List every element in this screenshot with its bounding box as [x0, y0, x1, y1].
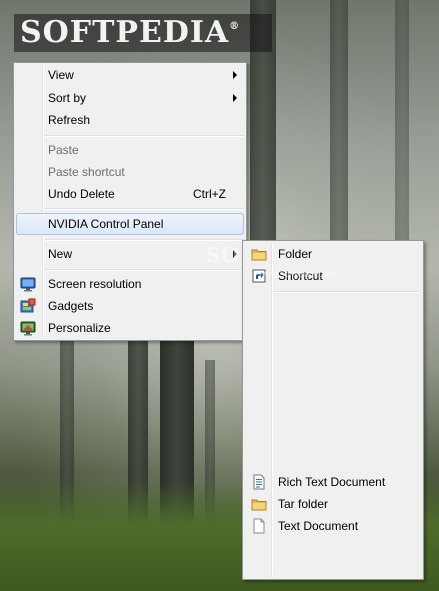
menu-item-label: Paste	[48, 143, 79, 157]
monitor-icon	[20, 276, 36, 292]
personalize-icon	[20, 320, 36, 336]
folder-icon	[251, 496, 267, 512]
softpedia-url-watermark: www.softpedia.com	[258, 269, 336, 279]
menu-item-undo-delete[interactable]: Undo Delete Ctrl+Z	[16, 183, 244, 205]
rich-text-document-icon	[251, 474, 267, 490]
menu-item-label: Personalize	[48, 321, 111, 335]
menu-separator	[45, 208, 244, 210]
softpedia-logo: SOFTPEDIA®	[14, 14, 272, 52]
menu-item-view[interactable]: View	[16, 64, 244, 86]
menu-item-gadgets[interactable]: Gadgets	[16, 295, 244, 317]
gadgets-icon	[20, 298, 36, 314]
menu-item-screen-resolution[interactable]: Screen resolution	[16, 273, 244, 295]
menu-item-label: Refresh	[48, 113, 91, 127]
submenu-item-tar-folder[interactable]: Tar folder	[245, 493, 421, 515]
menu-item-label: Sort by	[48, 91, 87, 105]
submenu-arrow-icon	[233, 71, 237, 79]
text-document-icon	[251, 518, 267, 534]
desktop-context-menu: View Sort by Refresh Paste Paste shortcu…	[13, 62, 247, 341]
menu-item-label: Undo Delete	[48, 187, 115, 201]
menu-separator	[45, 239, 244, 241]
menu-item-label: View	[48, 68, 74, 82]
keyboard-shortcut: Ctrl+Z	[193, 187, 226, 201]
submenu-item-folder[interactable]: Folder	[245, 243, 421, 265]
menu-item-nvidia-control-panel[interactable]: NVIDIA Control Panel	[16, 213, 244, 235]
menu-item-label: Paste shortcut	[48, 165, 125, 179]
menu-item-label: New	[48, 247, 73, 261]
menu-item-label: Tar folder	[278, 497, 329, 511]
folder-icon	[251, 246, 267, 262]
menu-item-label: Folder	[278, 247, 313, 261]
new-submenu: Folder Shortcut Rich Text Document Tar f…	[242, 240, 424, 580]
submenu-item-text-document[interactable]: Text Document	[245, 515, 421, 537]
menu-separator	[45, 135, 244, 137]
menu-item-paste[interactable]: Paste	[16, 139, 244, 161]
menu-item-sort-by[interactable]: Sort by	[16, 87, 244, 109]
submenu-arrow-icon	[233, 94, 237, 102]
menu-item-label: NVIDIA Control Panel	[48, 217, 164, 231]
menu-item-paste-shortcut[interactable]: Paste shortcut	[16, 161, 244, 183]
menu-item-refresh[interactable]: Refresh	[16, 109, 244, 131]
menu-item-label: Gadgets	[48, 299, 94, 313]
menu-item-label: Rich Text Document	[278, 475, 386, 489]
menu-item-personalize[interactable]: Personalize	[16, 317, 244, 339]
menu-separator	[274, 291, 419, 293]
menu-item-label: Screen resolution	[48, 277, 142, 291]
menu-separator	[45, 269, 244, 271]
menu-item-label: Text Document	[278, 519, 359, 533]
submenu-item-rich-text-document[interactable]: Rich Text Document	[245, 471, 421, 493]
